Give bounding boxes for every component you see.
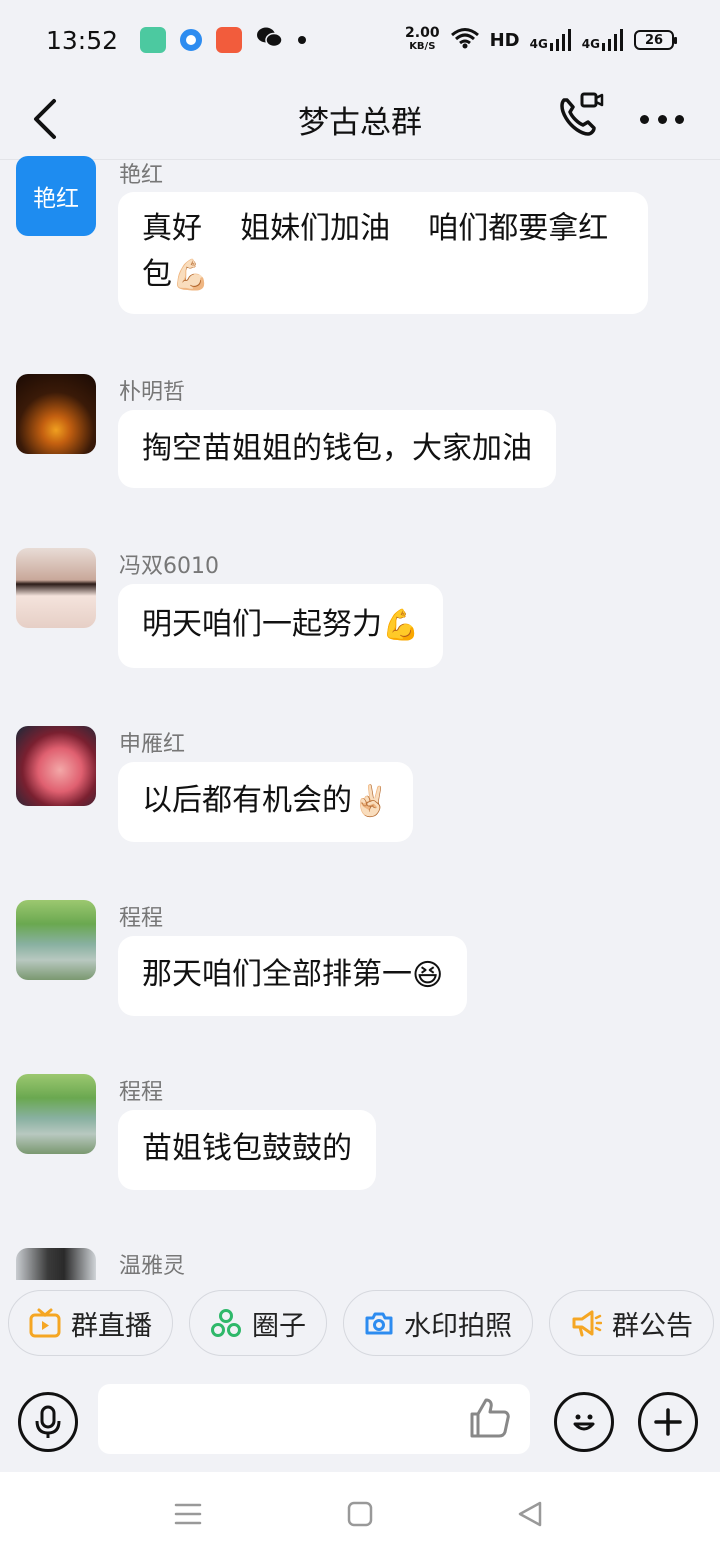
avatar[interactable] bbox=[16, 1074, 96, 1154]
avatar[interactable] bbox=[16, 374, 96, 454]
browser-notification-icon bbox=[180, 29, 203, 51]
recent-apps-button[interactable] bbox=[174, 1500, 210, 1532]
back-triangle-icon bbox=[518, 1501, 542, 1527]
flexed-bicep-emoji: 💪🏻 bbox=[172, 257, 210, 293]
message-text: 明天咱们一起努力 bbox=[142, 607, 382, 642]
voice-input-button[interactable] bbox=[18, 1392, 78, 1452]
wifi-icon bbox=[450, 27, 480, 54]
message-text: 以后都有机会的 bbox=[142, 783, 352, 818]
group-announcement-label: 群公告 bbox=[612, 1310, 693, 1342]
emoji-button[interactable] bbox=[554, 1392, 614, 1452]
kuaishou-notification-icon bbox=[216, 27, 243, 53]
group-live-label: 群直播 bbox=[71, 1310, 152, 1342]
avatar[interactable] bbox=[16, 900, 96, 980]
watermark-camera-label: 水印拍照 bbox=[404, 1310, 512, 1342]
signal-bars-icon bbox=[549, 29, 571, 51]
message-text: 掏空苗姐姐的钱包，大家加油 bbox=[142, 431, 532, 466]
net-speed-value: 2.00 bbox=[405, 25, 440, 41]
more-dot-icon bbox=[657, 114, 667, 124]
system-nav-bar bbox=[0, 1472, 720, 1560]
net-speed-unit: KB/S bbox=[409, 41, 436, 52]
signal-bars-icon bbox=[602, 29, 623, 51]
sender-name: 艳红 bbox=[119, 163, 164, 188]
more-options-button[interactable] bbox=[636, 94, 688, 144]
quick-actions-bar: 群直播 圈子 水印拍照 群公告 bbox=[0, 1290, 720, 1360]
message-text: 那天咱们全部排第一 bbox=[142, 957, 412, 992]
message-bubble[interactable]: 明天咱们一起努力💪 bbox=[118, 584, 444, 668]
sender-name: 朴明哲 bbox=[119, 380, 186, 405]
plus-icon bbox=[654, 1408, 682, 1436]
signal-4g-2: 4G bbox=[582, 29, 624, 51]
sender-name: 温雅灵 bbox=[119, 1254, 186, 1279]
smiley-icon bbox=[573, 1414, 595, 1431]
microphone-icon bbox=[35, 1405, 61, 1438]
avatar-text: 艳红 bbox=[33, 186, 79, 212]
message-bubble[interactable]: 真好 姐妹们加油 咱们都要拿红包💪🏻 bbox=[118, 192, 648, 314]
status-time: 13:52 bbox=[46, 25, 119, 55]
group-live-button[interactable]: 群直播 bbox=[8, 1290, 173, 1356]
message-input-area bbox=[0, 1372, 720, 1472]
sender-name: 冯双6010 bbox=[119, 554, 219, 579]
page-title: 梦古总群 bbox=[298, 105, 422, 141]
circles-icon bbox=[211, 1309, 241, 1337]
avatar[interactable]: 艳红 bbox=[16, 156, 96, 236]
megaphone-icon bbox=[572, 1310, 602, 1337]
message-bubble[interactable]: 以后都有机会的✌🏻 bbox=[118, 762, 414, 842]
back-button[interactable] bbox=[30, 94, 70, 144]
message-text: 苗姐钱包鼓鼓的 bbox=[142, 1131, 352, 1166]
avatar[interactable] bbox=[16, 548, 96, 628]
menu-lines-icon bbox=[174, 1503, 202, 1525]
like-button[interactable] bbox=[466, 1394, 514, 1442]
sender-name: 程程 bbox=[119, 1080, 164, 1105]
circles-button[interactable]: 圈子 bbox=[189, 1290, 327, 1356]
thumbs-up-icon bbox=[470, 1398, 510, 1438]
status-bar: 13:52 2.00 KB/S HD 4G 4G 26 bbox=[0, 0, 720, 80]
avatar[interactable] bbox=[16, 726, 96, 806]
phone-video-icon bbox=[560, 92, 604, 136]
home-button[interactable] bbox=[346, 1500, 382, 1532]
message-text: 真好 姐妹们加油 咱们都要拿红包 bbox=[142, 211, 609, 292]
group-announcement-button[interactable]: 群公告 bbox=[549, 1290, 714, 1356]
call-button[interactable] bbox=[552, 88, 608, 144]
message-bubble[interactable]: 掏空苗姐姐的钱包，大家加油 bbox=[118, 410, 556, 488]
add-attachment-button[interactable] bbox=[638, 1392, 698, 1452]
sender-name: 程程 bbox=[119, 906, 164, 931]
battery-indicator: 26 bbox=[634, 30, 677, 50]
chat-header: 梦古总群 bbox=[0, 80, 720, 160]
message-item: 温雅灵 bbox=[0, 1248, 720, 1280]
message-bubble[interactable]: 那天咱们全部排第一😆 bbox=[118, 936, 468, 1016]
more-dot-icon bbox=[640, 114, 649, 124]
victory-hand-emoji: ✌🏻 bbox=[352, 783, 390, 819]
more-dot-icon bbox=[675, 114, 684, 124]
circles-label: 圈子 bbox=[252, 1310, 306, 1342]
sender-name: 申雁红 bbox=[119, 732, 186, 757]
home-square-icon bbox=[347, 1501, 373, 1527]
net-speed: 2.00 KB/S bbox=[405, 25, 440, 53]
app-notification-icon bbox=[140, 27, 167, 53]
battery-level: 26 bbox=[644, 32, 664, 48]
avatar[interactable] bbox=[16, 1248, 96, 1280]
flexed-bicep-emoji: 💪 bbox=[382, 607, 420, 643]
signal-4g-1-label: 4G bbox=[529, 37, 548, 51]
tv-icon bbox=[29, 1308, 61, 1338]
signal-4g-1: 4G bbox=[530, 29, 572, 51]
more-notifications-dot bbox=[298, 36, 307, 44]
back-nav-button[interactable] bbox=[516, 1500, 552, 1532]
watermark-camera-button[interactable]: 水印拍照 bbox=[343, 1290, 533, 1356]
chevron-left-icon bbox=[34, 99, 56, 139]
message-bubble[interactable]: 苗姐钱包鼓鼓的 bbox=[118, 1110, 376, 1190]
camera-icon bbox=[365, 1312, 393, 1335]
laughing-face-emoji: 😆 bbox=[412, 957, 444, 993]
hd-label: HD bbox=[489, 29, 520, 51]
wechat-notification-icon bbox=[256, 25, 284, 55]
signal-4g-2-label: 4G bbox=[581, 37, 600, 51]
